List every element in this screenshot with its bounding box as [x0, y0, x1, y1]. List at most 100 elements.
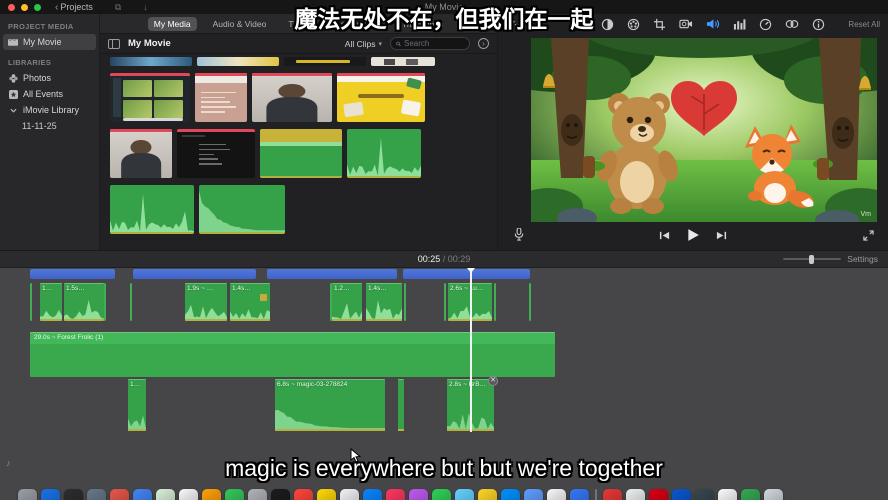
dock-app-icon-32[interactable]	[741, 489, 760, 500]
dock-app-icon-23[interactable]	[547, 489, 566, 500]
playhead[interactable]	[470, 268, 472, 432]
sidebar-item-photos[interactable]: Photos	[0, 70, 99, 86]
tab-transitions[interactable]: Transitions	[396, 17, 449, 31]
dock-app-icon-0[interactable]	[18, 489, 37, 500]
dock	[0, 489, 800, 500]
sidebar-item-all-events[interactable]: All Events	[0, 86, 99, 102]
clip-thumbnail-slide-yellow[interactable]	[337, 73, 425, 122]
dock-app-icon-19[interactable]	[455, 489, 474, 500]
speed-icon[interactable]	[759, 18, 772, 31]
video-title-bar[interactable]	[133, 269, 256, 279]
dock-app-icon-21[interactable]	[501, 489, 520, 500]
timeline-audio-clip[interactable]: 1.4s…	[230, 283, 270, 321]
dock-app-icon-24[interactable]	[570, 489, 589, 500]
dock-app-icon-16[interactable]	[386, 489, 405, 500]
timeline-music-clip[interactable]: 29.0s ~ Forest Frolic (1)	[30, 332, 555, 377]
dock-app-icon-26[interactable]	[603, 489, 622, 500]
clip-edge-line	[104, 283, 106, 321]
dock-app-icon-1[interactable]	[41, 489, 60, 500]
dock-app-icon-12[interactable]	[294, 489, 313, 500]
sidebar-item-imovie-library[interactable]: iMovie Library	[0, 102, 99, 118]
volume-icon[interactable]	[706, 18, 720, 30]
timeline[interactable]: ♪ 1…1.5s…1.9s ~ …1.4s…1.2…1.4s…2.6s ~ Lu…	[0, 268, 888, 500]
dock-app-icon-27[interactable]	[626, 489, 645, 500]
dock-app-icon-15[interactable]	[363, 489, 382, 500]
tab-backgrounds[interactable]: Backgrounds	[324, 17, 386, 31]
equalizer-icon[interactable]	[733, 18, 746, 30]
magic-wand-icon[interactable]	[504, 18, 517, 31]
clips-filter-dropdown[interactable]: All Clips ▾	[345, 39, 382, 49]
next-frame-button[interactable]	[716, 228, 727, 246]
dock-app-icon-6[interactable]	[156, 489, 175, 500]
search-input[interactable]	[404, 39, 464, 48]
sidebar-item-label: My Movie	[23, 37, 62, 47]
video-viewer[interactable]: Vm	[531, 38, 877, 222]
clip-thumbnail-audio-spikes[interactable]	[110, 185, 194, 234]
sidebar-item-11-11-25[interactable]: 11-11-25	[0, 118, 99, 134]
search-box[interactable]	[390, 37, 470, 50]
color-balance-icon[interactable]	[601, 18, 614, 31]
timeline-audio-clip[interactable]: 6.8s ~ magic-03-278824	[275, 379, 385, 431]
dock-app-icon-8[interactable]	[202, 489, 221, 500]
clip-thumbnail-presenter[interactable]	[252, 73, 332, 122]
dock-app-icon-33[interactable]	[764, 489, 783, 500]
forward-circle-icon[interactable]: ›	[478, 38, 489, 49]
tab-titles[interactable]: Titles	[282, 17, 314, 31]
reset-all-button[interactable]: Reset All	[848, 20, 880, 29]
dock-app-icon-20[interactable]	[478, 489, 497, 500]
tab-audio-video[interactable]: Audio & Video	[207, 17, 273, 31]
dock-app-icon-31[interactable]	[718, 489, 737, 500]
dock-app-icon-28[interactable]	[649, 489, 668, 500]
sidebar-item-my-movie[interactable]: My Movie	[3, 34, 96, 50]
tab-my-media[interactable]: My Media	[148, 17, 197, 31]
clip-thumbnail-audio-topwave[interactable]	[260, 129, 342, 178]
zoom-slider-thumb[interactable]	[809, 255, 814, 264]
video-title-bar[interactable]	[267, 269, 397, 279]
chevron-down-icon: ▾	[378, 40, 382, 48]
dock-app-icon-10[interactable]	[248, 489, 267, 500]
dock-app-icon-30[interactable]	[695, 489, 714, 500]
dock-app-icon-7[interactable]	[179, 489, 198, 500]
timeline-audio-clip[interactable]	[398, 379, 404, 431]
libraries-header: LIBRARIES	[0, 50, 99, 70]
dock-app-icon-2[interactable]	[64, 489, 83, 500]
dock-app-icon-29[interactable]	[672, 489, 691, 500]
noise-reduction-icon[interactable]	[785, 18, 799, 30]
clip-thumbnail-gradient-blue[interactable]	[110, 57, 192, 66]
timeline-audio-clip[interactable]: 1.2…	[332, 283, 362, 321]
timeline-audio-clip[interactable]: 1…	[40, 283, 62, 321]
dock-app-icon-14[interactable]	[340, 489, 359, 500]
clip-thumbnail-terminal[interactable]	[177, 129, 255, 178]
clip-thumbnail-webpage-grid[interactable]	[110, 73, 190, 122]
timeline-audio-clip[interactable]: 1…	[128, 379, 146, 431]
dock-app-icon-18[interactable]	[432, 489, 451, 500]
previous-frame-button[interactable]	[659, 228, 670, 246]
timeline-audio-clip[interactable]: 1.4s…	[366, 283, 402, 321]
dock-app-icon-17[interactable]	[409, 489, 428, 500]
clip-thumbnail-presenter[interactable]	[110, 129, 172, 178]
sidebar-toggle-icon[interactable]	[108, 39, 120, 49]
clip-thumbnail-dark-yellowbar[interactable]	[284, 57, 366, 66]
crop-icon[interactable]	[653, 18, 666, 31]
info-icon[interactable]	[812, 18, 825, 31]
clip-thumbnail-audio-spikes[interactable]	[347, 129, 421, 178]
clip-thumbnail-light-figures[interactable]	[371, 57, 435, 66]
clip-thumbnail-document-pink[interactable]	[195, 73, 247, 122]
color-wheel-icon[interactable]	[627, 18, 640, 31]
timeline-audio-clip[interactable]: 1.9s ~ …	[185, 283, 227, 321]
close-icon[interactable]: ✕	[488, 376, 498, 386]
thumb-row	[110, 185, 497, 234]
dock-app-icon-3[interactable]	[87, 489, 106, 500]
dock-app-icon-4[interactable]	[110, 489, 129, 500]
play-button[interactable]	[686, 228, 700, 247]
stabilization-icon[interactable]	[679, 18, 693, 30]
dock-app-icon-13[interactable]	[317, 489, 336, 500]
dock-app-icon-11[interactable]	[271, 489, 290, 500]
video-title-bar[interactable]	[30, 269, 115, 279]
clip-thumbnail-gradient-cream[interactable]	[197, 57, 279, 66]
dock-app-icon-22[interactable]	[524, 489, 543, 500]
timeline-audio-clip[interactable]: 1.5s…	[64, 283, 104, 321]
clip-thumbnail-audio-decay[interactable]	[199, 185, 285, 234]
dock-app-icon-5[interactable]	[133, 489, 152, 500]
dock-app-icon-9[interactable]	[225, 489, 244, 500]
